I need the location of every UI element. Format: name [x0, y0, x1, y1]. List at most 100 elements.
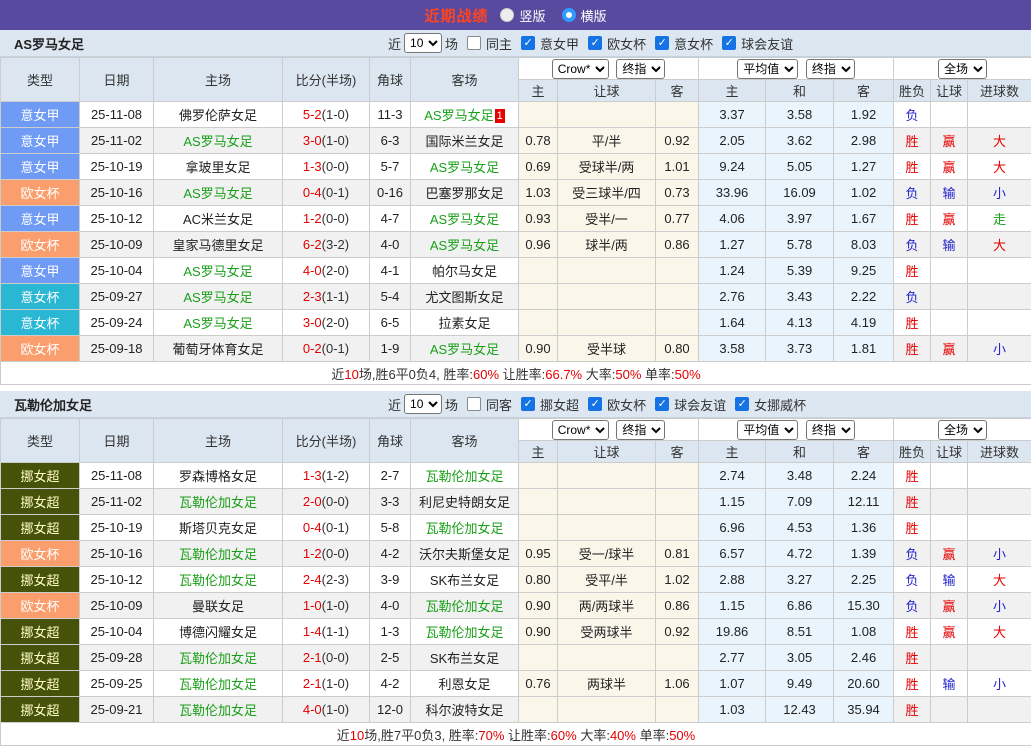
handicap-home-odds	[519, 489, 558, 515]
goals-result-cell: 小	[968, 180, 1031, 206]
col-corner: 角球	[370, 419, 411, 463]
handicap-away-odds: 1.01	[656, 154, 699, 180]
handicap-home-odds	[519, 697, 558, 723]
goals-result-cell: 小	[968, 671, 1031, 697]
away-team: 帕尔马女足	[411, 258, 519, 284]
horizontal-layout-radio[interactable]: 横版	[562, 6, 607, 25]
league-badge: 意女甲	[1, 206, 80, 232]
avg-away-odds: 1.27	[834, 154, 894, 180]
league-checkbox-1[interactable]	[521, 397, 535, 411]
handicap-result-cell: 赢	[931, 154, 968, 180]
home-team: 瓦勒伦加女足	[154, 697, 283, 723]
summary-line: 近10场,胜6平0负4, 胜率:60% 让胜率:66.7% 大率:50% 单率:…	[331, 367, 700, 382]
same-away-checkbox[interactable]	[467, 397, 481, 411]
home-team: AS罗马女足	[154, 128, 283, 154]
scope-group-header: 全场	[894, 58, 1031, 80]
avg-draw-odds: 5.78	[766, 232, 834, 258]
recent-count-select[interactable]: 10	[404, 33, 442, 53]
vertical-layout-radio[interactable]: 竖版	[500, 6, 545, 25]
recent-count-select[interactable]: 10	[404, 394, 442, 414]
league-badge: 意女甲	[1, 154, 80, 180]
home-team: 佛罗伦萨女足	[154, 102, 283, 128]
home-team: 瓦勒伦加女足	[154, 541, 283, 567]
handicap-result-cell: 赢	[931, 541, 968, 567]
result-cell: 胜	[894, 154, 931, 180]
scope-select[interactable]: 全场	[938, 59, 987, 79]
avg-away-odds: 1.08	[834, 619, 894, 645]
scope-select[interactable]: 全场	[938, 420, 987, 440]
average-select[interactable]: 平均值	[737, 59, 798, 79]
league-checkbox-4[interactable]	[722, 36, 736, 50]
summary-row: 近10场,胜7平0负3, 胜率:70% 让胜率:60% 大率:40% 单率:50…	[1, 723, 1031, 746]
avg-away-odds: 1.81	[834, 336, 894, 362]
col-date: 日期	[80, 58, 154, 102]
result-cell: 负	[894, 232, 931, 258]
league-checkbox-3[interactable]	[655, 36, 669, 50]
away-team: 巴塞罗那女足	[411, 180, 519, 206]
league-checkbox-3[interactable]	[655, 397, 669, 411]
away-team: 沃尔夫斯堡女足	[411, 541, 519, 567]
handicap-away-odds: 0.92	[656, 128, 699, 154]
league-label-3: 意女杯	[674, 34, 713, 53]
same-home-checkbox[interactable]	[467, 36, 481, 50]
avg-away-odds: 8.03	[834, 232, 894, 258]
final-odds-select-2[interactable]: 终指	[806, 59, 855, 79]
match-date: 25-10-04	[80, 258, 154, 284]
away-team: 科尔波特女足	[411, 697, 519, 723]
col-score: 比分(半场)	[283, 58, 370, 102]
league-badge: 意女杯	[1, 284, 80, 310]
handicap-result-cell	[931, 697, 968, 723]
away-team: SK布兰女足	[411, 645, 519, 671]
match-date: 25-11-08	[80, 463, 154, 489]
handicap-result-cell: 赢	[931, 593, 968, 619]
team-title: 瓦勒伦加女足	[14, 395, 92, 414]
match-row: 挪女超25-10-19斯塔贝克女足0-4(0-1)5-8瓦勒伦加女足6.964.…	[1, 515, 1031, 541]
final-odds-select[interactable]: 终指	[616, 59, 665, 79]
league-label-3: 球会友谊	[674, 395, 726, 414]
league-checkbox-2[interactable]	[588, 36, 602, 50]
section-bar: 瓦勒伦加女足 近 10 场 同客 挪女超 欧女杯 球会友谊 女挪威杯	[0, 391, 1031, 418]
col-avg-away: 客	[834, 80, 894, 102]
avg-draw-odds: 4.13	[766, 310, 834, 336]
col-away: 客场	[411, 58, 519, 102]
goals-result-cell: 大	[968, 619, 1031, 645]
avg-away-odds: 9.25	[834, 258, 894, 284]
team-title: AS罗马女足	[14, 34, 84, 53]
average-select[interactable]: 平均值	[737, 420, 798, 440]
goals-result-cell	[968, 489, 1031, 515]
league-checkbox-1[interactable]	[521, 36, 535, 50]
league-checkbox-2[interactable]	[588, 397, 602, 411]
match-row: 意女甲25-11-08佛罗伦萨女足5-2(1-0)11-3AS罗马女足13.37…	[1, 102, 1031, 128]
result-cell: 负	[894, 180, 931, 206]
goals-result-cell: 大	[968, 154, 1031, 180]
match-score: 4-0(2-0)	[283, 258, 370, 284]
final-odds-select[interactable]: 终指	[616, 420, 665, 440]
away-team: 瓦勒伦加女足	[411, 593, 519, 619]
average-group-header: 平均值 终指	[699, 58, 894, 80]
goals-result-cell	[968, 515, 1031, 541]
avg-away-odds: 1.02	[834, 180, 894, 206]
league-checkbox-4[interactable]	[735, 397, 749, 411]
match-score: 3-0(2-0)	[283, 310, 370, 336]
bookmaker-select[interactable]: Crow*	[552, 420, 609, 440]
league-badge: 挪女超	[1, 489, 80, 515]
avg-draw-odds: 3.48	[766, 463, 834, 489]
bookmaker-select[interactable]: Crow*	[552, 59, 609, 79]
final-odds-select-2[interactable]: 终指	[806, 420, 855, 440]
avg-draw-odds: 9.49	[766, 671, 834, 697]
away-team: 尤文图斯女足	[411, 284, 519, 310]
avg-home-odds: 2.77	[699, 645, 766, 671]
col-handicap: 让球	[558, 80, 656, 102]
match-rows: 挪女超25-11-08罗森博格女足1-3(1-2)2-7瓦勒伦加女足2.743.…	[1, 463, 1031, 723]
away-team: SK布兰女足	[411, 567, 519, 593]
corner-score: 6-3	[370, 128, 411, 154]
avg-home-odds: 4.06	[699, 206, 766, 232]
match-score: 1-0(1-0)	[283, 593, 370, 619]
handicap-away-odds	[656, 697, 699, 723]
away-team: 瓦勒伦加女足	[411, 463, 519, 489]
avg-away-odds: 1.36	[834, 515, 894, 541]
away-team: AS罗马女足	[411, 232, 519, 258]
col-handicap-result: 让球	[931, 441, 968, 463]
bookmaker-group-header: Crow* 终指	[519, 419, 699, 441]
league-badge: 意女甲	[1, 128, 80, 154]
